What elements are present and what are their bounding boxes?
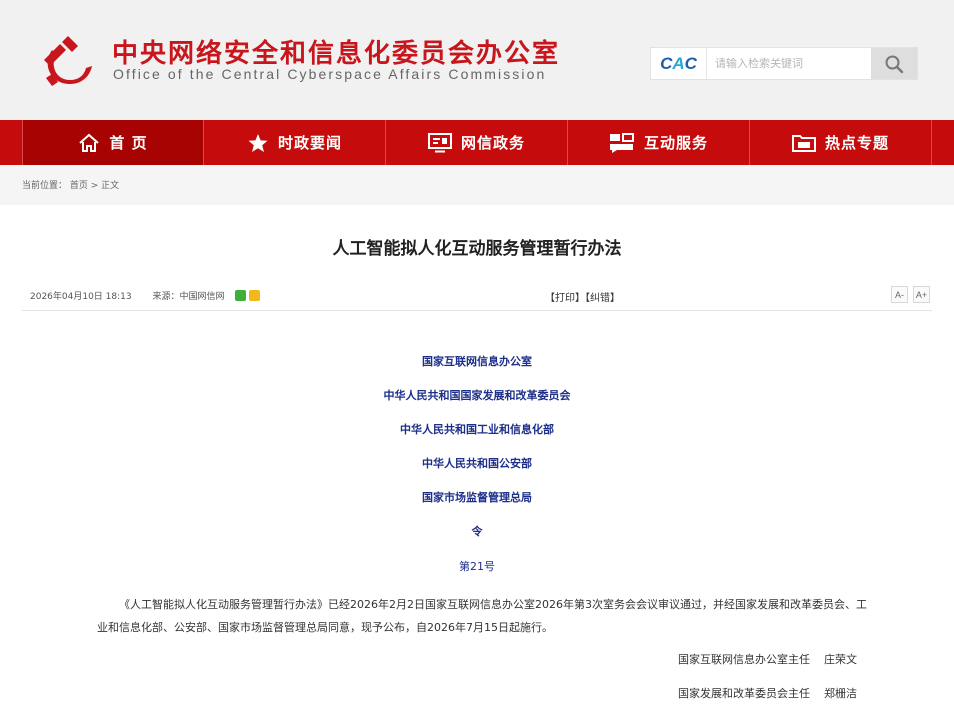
source-name: 中国网信网 (179, 292, 225, 302)
breadcrumb-prefix: 当前位置： (22, 181, 68, 191)
qzone-share-icon[interactable] (248, 290, 260, 301)
issuer-line: 中华人民共和国国家发展和改革委员会 (383, 389, 571, 402)
cac-logo-a: A (672, 53, 685, 73)
monitor-icon (427, 132, 452, 153)
nav-item-label: 时政要闻 (277, 134, 342, 152)
article-date: 2026年04月10日 18:13 (30, 292, 132, 302)
article-title: 人工智能拟人化互动服务管理暂行办法 (332, 239, 622, 259)
signature-line: 国家发展和改革委员会主任 郑栅洁 (678, 685, 857, 701)
article-actions: 【打印】【纠错】 (545, 289, 620, 304)
signature-line: 国家互联网信息办公室主任 庄荣文 (678, 651, 857, 667)
folder-icon (791, 133, 816, 153)
article-meta: 2026年04月10日 18:13 来源：中国网信网 【打印】【纠错】 A- A… (22, 285, 932, 311)
article-paragraph: 《人工智能拟人化互动服务管理暂行办法》已经2026年2月2日国家互联网信息办公室… (97, 598, 867, 634)
nav-item-home[interactable]: 首 页 (22, 120, 204, 165)
cac-logo-c2: C (684, 53, 697, 73)
print-link[interactable]: 【打印】 (545, 293, 585, 304)
breadcrumb-bar: 当前位置： 首页 > 正文 (0, 165, 954, 205)
font-smaller-button[interactable]: A- (891, 286, 908, 303)
breadcrumb-current: 正文 (101, 181, 120, 191)
signature-name: 郑栅洁 (824, 687, 857, 700)
nav-item-label: 网信政务 (460, 134, 525, 152)
article-source: 来源：中国网信网 (152, 290, 260, 302)
issuer-line: 国家市场监督管理总局 (422, 491, 532, 504)
breadcrumb-home-link[interactable]: 首页 (70, 181, 88, 191)
home-icon (78, 133, 100, 153)
font-size-controls: A- A+ (891, 286, 930, 303)
chat-icon (609, 132, 635, 153)
order-label: 令 (471, 525, 483, 538)
correct-link[interactable]: 【纠错】 (585, 293, 620, 304)
source-label: 来源： (152, 292, 180, 302)
signature-title: 国家发展和改革委员会主任 (678, 687, 810, 700)
issuer-line: 中华人民共和国公安部 (422, 457, 532, 470)
nav-item-label: 互动服务 (643, 134, 708, 152)
font-larger-button[interactable]: A+ (913, 286, 930, 303)
nav-item-news[interactable]: 时政要闻 (204, 120, 386, 165)
search-input[interactable] (709, 48, 873, 79)
nav-item-affairs[interactable]: 网信政务 (386, 120, 568, 165)
wechat-share-icon[interactable] (234, 290, 246, 301)
signature-name: 庄荣文 (824, 653, 857, 666)
order-number: 第21号 (459, 560, 495, 573)
search-icon (885, 55, 904, 73)
site-header: 中央网络安全和信息化委员会办公室 Office of the Central C… (0, 0, 954, 120)
nav-item-label: 热点专题 (824, 134, 889, 152)
nav-item-topics[interactable]: 热点专题 (750, 120, 932, 165)
breadcrumb: 当前位置： 首页 > 正文 (22, 178, 119, 191)
article-info: 2026年04月10日 18:13 来源：中国网信网 (30, 289, 278, 302)
breadcrumb-separator: > (87, 181, 102, 191)
cac-logo-c1: C (660, 53, 673, 73)
star-icon (247, 133, 269, 153)
search-button[interactable] (871, 48, 917, 79)
issuer-line: 国家互联网信息办公室 (422, 355, 532, 368)
site-subtitle: Office of the Central Cyberspace Affairs… (113, 66, 547, 82)
cac-logo: CAC (651, 48, 707, 79)
site-title[interactable]: 中央网络安全和信息化委员会办公室 (112, 33, 560, 70)
signature-title: 国家互联网信息办公室主任 (678, 653, 810, 666)
main-nav: 首 页 时政要闻 网信政务 互动服务 热点专题 (0, 120, 954, 165)
nav-item-service[interactable]: 互动服务 (568, 120, 750, 165)
issuer-line: 中华人民共和国工业和信息化部 (400, 423, 554, 436)
party-emblem-icon[interactable] (38, 30, 98, 90)
search-box: CAC (650, 47, 918, 80)
nav-item-label: 首 页 (109, 134, 148, 152)
